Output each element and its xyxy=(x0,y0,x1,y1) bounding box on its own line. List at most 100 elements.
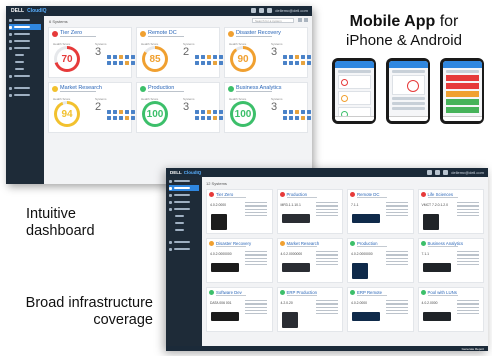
system-subtitle xyxy=(148,91,184,93)
status-badge xyxy=(52,86,58,92)
caption-intuitive-dashboard: Intuitive dashboard xyxy=(26,206,95,239)
system-card[interactable]: Disaster Recovery Health Score Systems 90 3 xyxy=(224,27,311,78)
system-card[interactable]: Market Research Health Score Systems 94 2 xyxy=(48,82,135,133)
sidebar-item-health[interactable] xyxy=(169,192,199,198)
category-icons xyxy=(107,55,135,65)
system-card[interactable]: Business Analytics Health Score Systems 100… xyxy=(224,82,311,133)
sidebar-subitem[interactable] xyxy=(169,227,199,233)
system-name[interactable]: Disaster Recovery xyxy=(216,241,251,246)
system-name[interactable]: Life Sciences xyxy=(428,192,454,197)
hardware-image xyxy=(211,214,227,230)
hardware-image xyxy=(281,312,298,328)
system-card[interactable]: Disaster Recovery 4.0.2.0000000 xyxy=(206,238,273,283)
status-badge xyxy=(52,31,58,37)
system-details xyxy=(456,202,479,218)
grid-view-icon[interactable] xyxy=(298,18,302,22)
help-icon[interactable] xyxy=(259,8,265,13)
sidebar-item-health[interactable] xyxy=(9,31,41,37)
status-badge xyxy=(228,86,234,92)
sidebar-item-systems[interactable] xyxy=(169,185,199,191)
system-subtitle xyxy=(60,91,96,93)
health-score-value: 94 xyxy=(57,104,77,124)
system-details xyxy=(245,202,267,218)
sidebar-item-metrics[interactable] xyxy=(9,38,41,44)
status-badge xyxy=(420,241,426,246)
system-card[interactable]: Remote DC Health Score Systems 85 2 xyxy=(136,27,223,78)
system-card[interactable]: Business Analytics 7.1.1 xyxy=(417,238,484,283)
sidebar-subitem[interactable] xyxy=(169,213,199,219)
health-gauge: 100 xyxy=(230,101,256,127)
sidebar-item-systems[interactable] xyxy=(9,24,41,30)
sidebar-item-vmware[interactable] xyxy=(9,73,41,79)
status-badge xyxy=(420,290,426,295)
system-card[interactable]: Production MR3.1.1.10.1 xyxy=(276,189,343,234)
system-subtitle xyxy=(216,246,246,248)
system-details xyxy=(315,300,338,316)
system-name[interactable]: Pool with LUNs xyxy=(428,290,457,295)
sidebar-subitem[interactable] xyxy=(9,52,41,58)
grid-icon[interactable] xyxy=(251,8,257,13)
system-subtitle xyxy=(236,91,272,93)
system-name[interactable]: Production xyxy=(357,241,378,246)
overview-icon xyxy=(9,18,12,22)
system-card[interactable]: Tier Zero 4.0.2.0000 xyxy=(206,189,273,234)
status-badge xyxy=(420,192,426,197)
firmware-version: MR3.1.1.10.1 xyxy=(280,203,301,207)
system-name[interactable]: ERP Production xyxy=(287,290,318,295)
sidebar-subitem[interactable] xyxy=(169,220,199,226)
user-email[interactable]: dellemc@dell.com xyxy=(451,170,484,175)
status-badge xyxy=(350,290,355,295)
dashboard-screenshot-main: DELL CloudIQ dellemc@dell.com 6 Systems S… xyxy=(6,6,312,184)
sidebar-item-overview[interactable] xyxy=(169,178,199,184)
sidebar-item-help[interactable] xyxy=(169,246,199,252)
system-card[interactable]: Remote DC 7.1.1 xyxy=(347,189,414,234)
storage-icon xyxy=(9,46,12,50)
system-card[interactable]: Production 4.0.2.0000000 xyxy=(347,238,414,283)
user-icon[interactable] xyxy=(443,170,449,175)
system-details xyxy=(386,251,408,267)
system-subtitle xyxy=(286,197,317,199)
system-name[interactable]: Market Research xyxy=(287,241,320,246)
system-card[interactable]: Pool with LUNs 4.0.2.0000 xyxy=(417,287,484,332)
hardware-image xyxy=(352,263,368,279)
system-name[interactable]: Business Analytics xyxy=(428,241,464,246)
list-view-icon[interactable] xyxy=(304,18,308,22)
system-card[interactable]: ERP Production 4.2.0.20 xyxy=(276,287,343,332)
system-subtitle xyxy=(427,197,458,199)
system-card[interactable]: Market Research 4.0.2.0000000 xyxy=(276,238,343,283)
generate-report-button[interactable]: Generate Report xyxy=(462,347,484,351)
hardware-image xyxy=(211,263,239,272)
system-name[interactable]: ERP Remote xyxy=(357,290,382,295)
sidebar-item-storage[interactable] xyxy=(169,206,199,212)
health-score-value: 100 xyxy=(145,104,165,124)
sidebar-item-settings[interactable] xyxy=(169,239,199,245)
system-card[interactable]: Life Sciences VMCT 7.2.0.1.2.0 xyxy=(417,189,484,234)
system-name[interactable]: Tier Zero xyxy=(216,192,233,197)
sidebar-item-help[interactable] xyxy=(9,92,41,98)
hardware-image xyxy=(211,312,239,321)
user-email[interactable]: dellemc@dell.com xyxy=(275,8,308,13)
sidebar-item-storage[interactable] xyxy=(9,45,41,51)
sidebar xyxy=(6,16,44,184)
system-card[interactable]: ERP Remote 4.0.2.0000 xyxy=(347,287,414,332)
sidebar-item-metrics[interactable] xyxy=(169,199,199,205)
system-name[interactable]: Production xyxy=(287,192,308,197)
phone-mockup xyxy=(440,58,484,124)
system-subtitle xyxy=(286,246,317,248)
system-card[interactable]: Software Dev DATA 006 001 xyxy=(206,287,273,332)
mobile-app-heading: Mobile App for iPhone & Android xyxy=(346,13,462,49)
sidebar-item-settings[interactable] xyxy=(9,85,41,91)
help-icon[interactable] xyxy=(435,170,441,175)
sidebar-item-overview[interactable] xyxy=(9,17,41,23)
firmware-version: 4.0.2.0000000 xyxy=(210,252,232,256)
system-details xyxy=(245,251,267,267)
sidebar-subitem[interactable] xyxy=(9,59,41,65)
user-icon[interactable] xyxy=(267,8,273,13)
search-input[interactable]: Search for a system xyxy=(252,18,294,23)
system-card[interactable]: Tier Zero Health Score Systems 70 3 xyxy=(48,27,135,78)
system-name[interactable]: Software Dev xyxy=(216,290,242,295)
system-name[interactable]: Remote DC xyxy=(357,192,379,197)
system-card[interactable]: Production Health Score Systems 100 3 xyxy=(136,82,223,133)
grid-icon[interactable] xyxy=(427,170,433,175)
sidebar-subitem[interactable] xyxy=(9,66,41,72)
